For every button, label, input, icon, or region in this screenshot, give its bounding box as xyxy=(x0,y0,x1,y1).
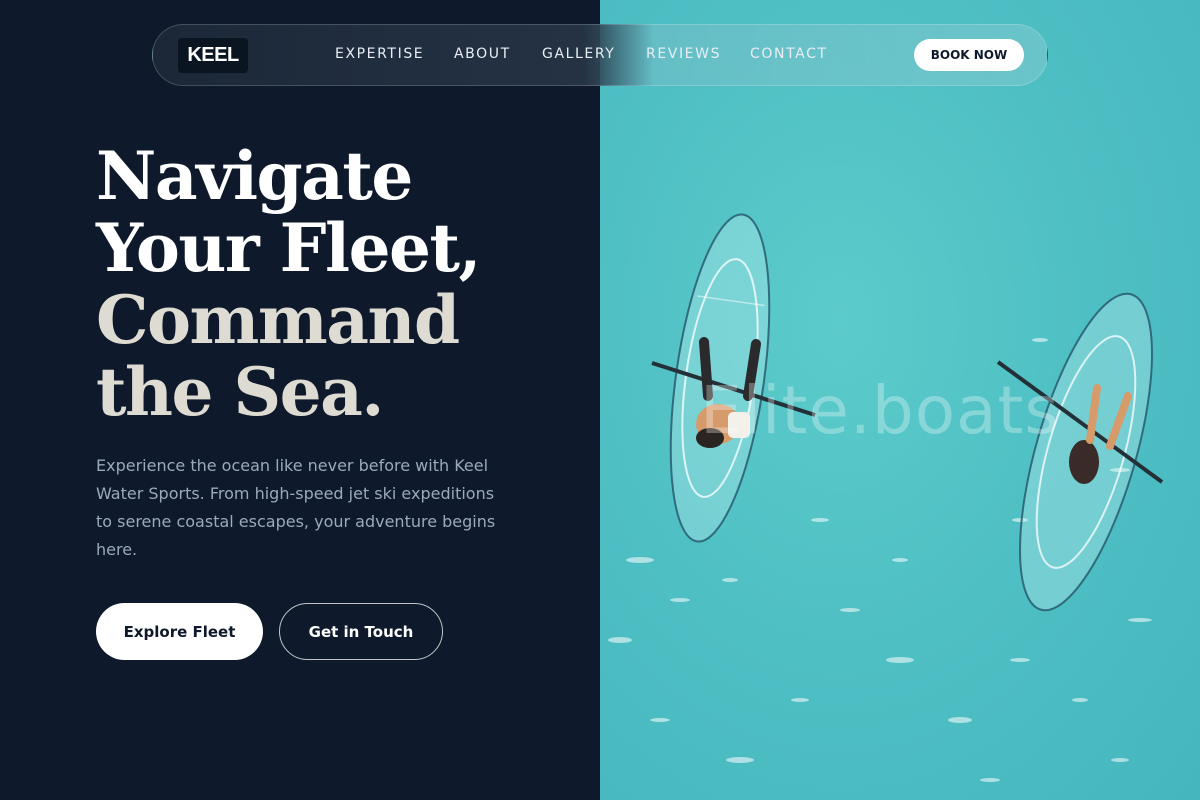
hero-image: Elite.boats xyxy=(600,0,1200,800)
headline-line-3: Command xyxy=(96,281,460,359)
hero-headline: Navigate Your Fleet, Command the Sea. xyxy=(96,140,576,428)
get-in-touch-button[interactable]: Get in Touch xyxy=(279,603,443,660)
nav-link-about[interactable]: ABOUT xyxy=(454,46,511,62)
watermark-text: Elite.boats xyxy=(700,372,1060,449)
nav-link-reviews[interactable]: REVIEWS xyxy=(646,46,721,62)
brand-logo[interactable]: KEEL xyxy=(178,38,248,73)
nav-link-gallery[interactable]: GALLERY xyxy=(542,46,615,62)
explore-fleet-button[interactable]: Explore Fleet xyxy=(96,603,263,660)
top-navbar: KEEL EXPERTISE ABOUT GALLERY REVIEWS CON… xyxy=(152,24,1048,86)
headline-line-4: the Sea. xyxy=(96,353,384,431)
nav-link-contact[interactable]: CONTACT xyxy=(750,46,828,62)
headline-line-2: Your Fleet, xyxy=(96,209,482,287)
nav-link-expertise[interactable]: EXPERTISE xyxy=(335,46,424,62)
hero-description: Experience the ocean like never before w… xyxy=(96,456,496,559)
headline-line-1: Navigate xyxy=(96,137,413,215)
book-now-button[interactable]: BOOK NOW xyxy=(914,39,1024,71)
